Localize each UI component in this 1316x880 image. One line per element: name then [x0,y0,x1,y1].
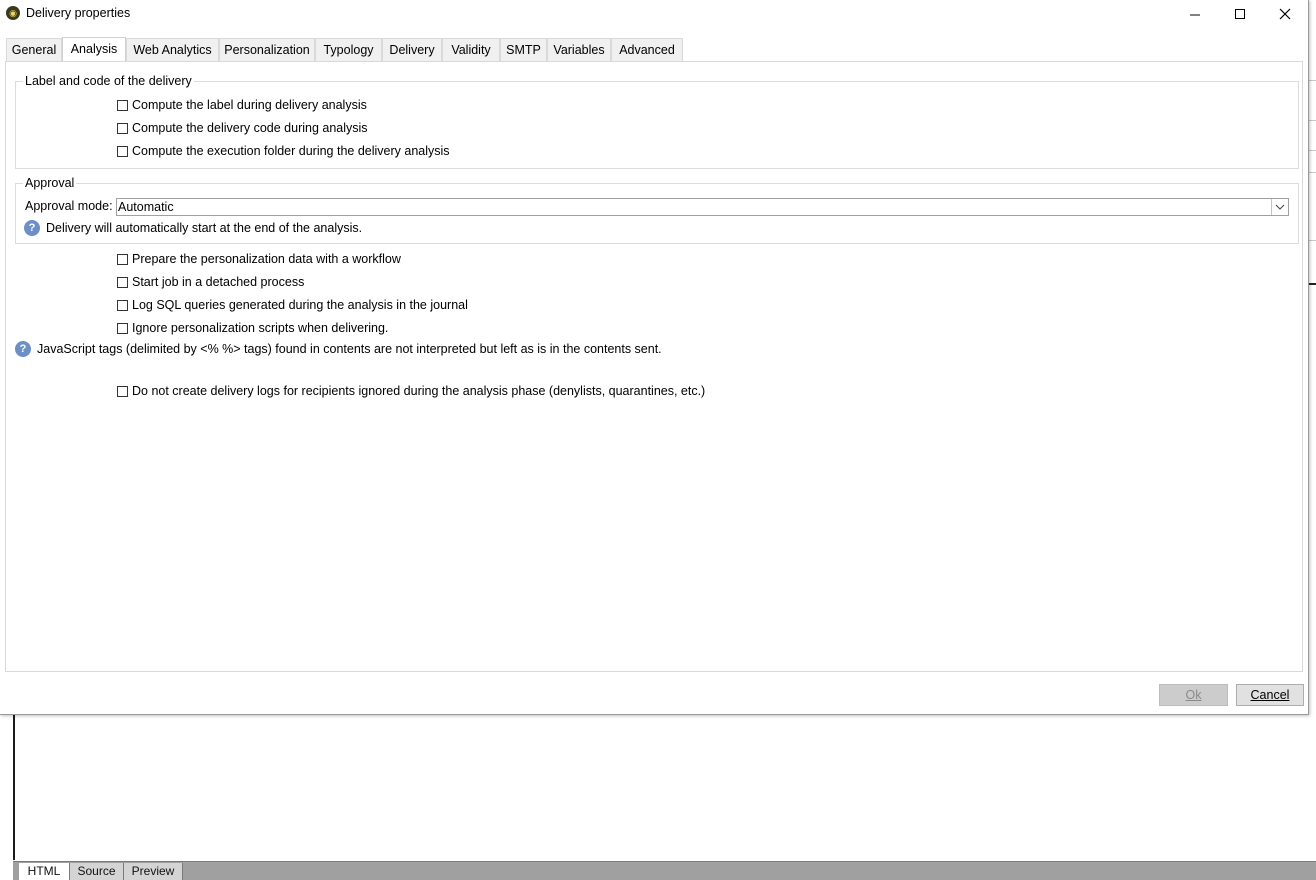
background-marker [1309,283,1316,285]
prepare-workflow-option[interactable]: Prepare the personalization data with a … [117,251,401,267]
tab-html[interactable]: HTML [19,863,70,880]
delivery-properties-dialog: ◉ Delivery properties General Analysis W… [0,0,1309,715]
tab-smtp[interactable]: SMTP [500,38,547,61]
approval-info: ? Delivery will automatically start at t… [24,220,362,236]
window-title: Delivery properties [26,6,131,20]
ok-button[interactable]: Ok [1159,684,1228,706]
ok-button-label: Ok [1185,688,1202,702]
log-sql-option[interactable]: Log SQL queries generated during the ana… [117,297,468,313]
compute-label-option[interactable]: Compute the label during delivery analys… [117,97,367,113]
editor-left-border [13,714,15,860]
chevron-down-icon[interactable] [1271,199,1288,215]
compute-folder-checkbox[interactable] [117,145,128,157]
tab-preview[interactable]: Preview [124,863,183,880]
detached-process-checkbox[interactable] [117,276,128,288]
javascript-info: ? JavaScript tags (delimited by <% %> ta… [15,341,662,357]
close-icon [1279,8,1291,20]
tab-delivery[interactable]: Delivery [382,38,442,61]
approval-legend: Approval [23,176,77,190]
minimize-button[interactable] [1172,0,1218,28]
cancel-button[interactable]: Cancel [1236,684,1304,706]
compute-folder-text: Compute the execution folder during the … [132,144,450,158]
detached-process-text: Start job in a detached process [132,275,305,289]
editor-view-tabs: HTML Source Preview [13,861,1316,880]
help-icon: ? [24,220,40,236]
approval-info-text: Delivery will automatically start at the… [46,221,363,235]
label-code-legend: Label and code of the delivery [23,74,194,88]
no-delivery-logs-checkbox[interactable] [117,385,128,397]
prepare-workflow-checkbox[interactable] [117,253,128,265]
tab-source[interactable]: Source [70,863,124,880]
maximize-button[interactable] [1217,0,1263,28]
maximize-icon [1234,8,1245,19]
prepare-workflow-text: Prepare the personalization data with a … [132,252,401,266]
tab-variables[interactable]: Variables [547,38,611,61]
approval-mode-label: Approval mode: [25,199,113,213]
detached-process-option[interactable]: Start job in a detached process [117,274,304,290]
tab-advanced[interactable]: Advanced [611,38,683,61]
compute-code-text: Compute the delivery code during analysi… [132,121,368,135]
approval-mode-select[interactable]: Automatic [116,198,1289,216]
title-bar[interactable]: ◉ Delivery properties [0,0,1308,28]
compute-folder-option[interactable]: Compute the execution folder during the … [117,143,450,159]
compute-code-checkbox[interactable] [117,122,128,134]
javascript-info-text: JavaScript tags (delimited by <% %> tags… [37,342,662,356]
no-delivery-logs-text: Do not create delivery logs for recipien… [132,384,706,398]
compute-label-checkbox[interactable] [117,99,128,111]
compute-code-option[interactable]: Compute the delivery code during analysi… [117,120,368,136]
log-sql-text: Log SQL queries generated during the ana… [132,298,468,312]
minimize-icon [1189,14,1200,15]
tab-analysis[interactable]: Analysis [62,37,126,62]
ignore-scripts-text: Ignore personalization scripts when deli… [132,321,389,335]
tab-validity[interactable]: Validity [442,38,500,61]
tab-personalization[interactable]: Personalization [219,38,315,61]
app-logo-icon: ◉ [6,6,20,20]
ignore-scripts-option[interactable]: Ignore personalization scripts when deli… [117,320,388,336]
close-button[interactable] [1262,0,1308,28]
cancel-button-label: Cancel [1250,688,1290,702]
approval-mode-value: Automatic [118,200,174,214]
no-delivery-logs-option[interactable]: Do not create delivery logs for recipien… [117,383,705,399]
ignore-scripts-checkbox[interactable] [117,322,128,334]
tab-typology[interactable]: Typology [315,38,382,61]
tab-general[interactable]: General [6,38,62,61]
log-sql-checkbox[interactable] [117,299,128,311]
help-icon: ? [15,341,31,357]
tab-web-analytics[interactable]: Web Analytics [126,38,219,61]
compute-label-text: Compute the label during delivery analys… [132,98,367,112]
